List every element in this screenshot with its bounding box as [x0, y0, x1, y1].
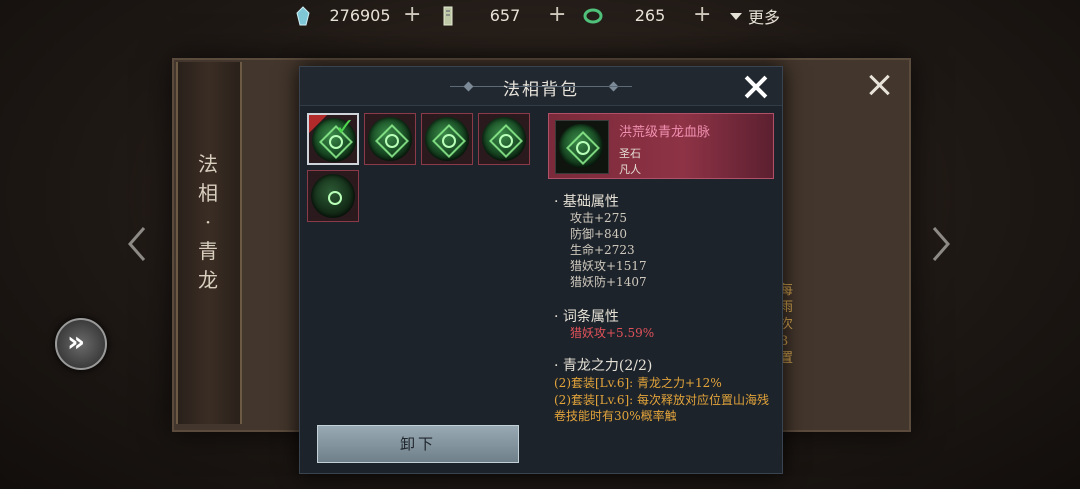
green-gem-icon: [368, 117, 412, 161]
set-bonus-line: (2)套装[Lv.6]: 每次释放对应位置山海残卷技能时有30%概率触: [554, 393, 769, 423]
side-title-char: 龙: [198, 268, 218, 292]
currency-value: 657: [489, 6, 521, 25]
more-button[interactable]: 更多: [730, 0, 780, 32]
chevron-down-icon: [730, 12, 742, 20]
set-bonus-title: · 青龙之力(2/2): [554, 358, 653, 374]
close-icon[interactable]: [744, 75, 768, 99]
currency-value: 265: [634, 6, 666, 25]
scroll-icon: [443, 6, 453, 26]
inventory-slot[interactable]: [478, 113, 530, 165]
background-close-icon[interactable]: [866, 72, 892, 98]
dialog-header: 法相背包: [300, 67, 782, 106]
side-title-char: ·: [204, 210, 212, 234]
checkmark-icon: ✓: [334, 113, 355, 141]
item-rank: 凡人: [619, 163, 641, 176]
currency-bar: 276905 + 657 + 265 + 更多: [285, 0, 780, 32]
currency-scroll: 657 +: [430, 0, 575, 32]
prev-arrow-icon[interactable]: [126, 226, 148, 262]
affix-attributes-title: · 词条属性: [554, 309, 619, 325]
stat-line: 生命+2723: [570, 243, 635, 257]
green-gem-icon: [482, 117, 526, 161]
item-type: 圣石: [619, 147, 641, 160]
green-gem-icon: [559, 124, 603, 168]
stat-line: 攻击+275: [570, 211, 627, 225]
add-scroll-button[interactable]: +: [548, 2, 566, 27]
more-label: 更多: [748, 8, 781, 27]
stat-line: 猎妖攻+1517: [570, 259, 647, 273]
currency-jade: 265 +: [575, 0, 720, 32]
side-scroll-title: 法 相 · 青 龙: [196, 150, 220, 295]
jade-ring-icon: [583, 8, 603, 24]
inventory-grid: ✓: [305, 111, 535, 421]
equipped-tag: [309, 115, 327, 133]
set-bonus-line: (2)套装[Lv.6]: 青龙之力+12%: [554, 376, 722, 390]
side-title-char: 法: [198, 152, 218, 176]
expand-button[interactable]: »: [55, 318, 107, 370]
inventory-slot[interactable]: [364, 113, 416, 165]
add-crystal-button[interactable]: +: [403, 2, 421, 27]
inventory-slot[interactable]: [421, 113, 473, 165]
side-title-char: 青: [198, 239, 218, 263]
next-arrow-icon[interactable]: [930, 226, 952, 262]
title-ornament: [522, 86, 632, 87]
green-gem-icon: [425, 117, 469, 161]
item-icon-frame: [555, 120, 609, 174]
unequip-button[interactable]: 卸下: [317, 425, 519, 463]
affix-stat-line: 猎妖攻+5.59%: [570, 326, 655, 340]
currency-value: 276905: [329, 6, 391, 25]
double-chevron-icon: »: [67, 325, 86, 358]
base-attributes-title: · 基础属性: [554, 194, 619, 210]
currency-crystal: 276905 +: [285, 0, 430, 32]
item-name: 洪荒级青龙血脉: [619, 125, 711, 140]
dark-gem-icon: [311, 174, 355, 218]
stat-line: 猎妖防+1407: [570, 275, 647, 289]
item-header: 洪荒级青龙血脉 圣石 凡人: [548, 113, 774, 179]
faxiang-bag-dialog: 法相背包 ✓ 卸下 洪荒级青龙血脉 圣石 凡人 · 基础属性 攻击+275 防御…: [299, 66, 783, 474]
crystal-icon: [296, 6, 310, 26]
add-jade-button[interactable]: +: [693, 2, 711, 27]
inventory-slot[interactable]: [307, 170, 359, 222]
inventory-slot[interactable]: ✓: [307, 113, 359, 165]
dialog-title: 法相背包: [503, 80, 579, 100]
stat-line: 防御+840: [570, 227, 627, 241]
item-detail-panel: 洪荒级青龙血脉 圣石 凡人 · 基础属性 攻击+275 防御+840 生命+27…: [548, 113, 774, 425]
side-title-char: 相: [198, 181, 218, 205]
